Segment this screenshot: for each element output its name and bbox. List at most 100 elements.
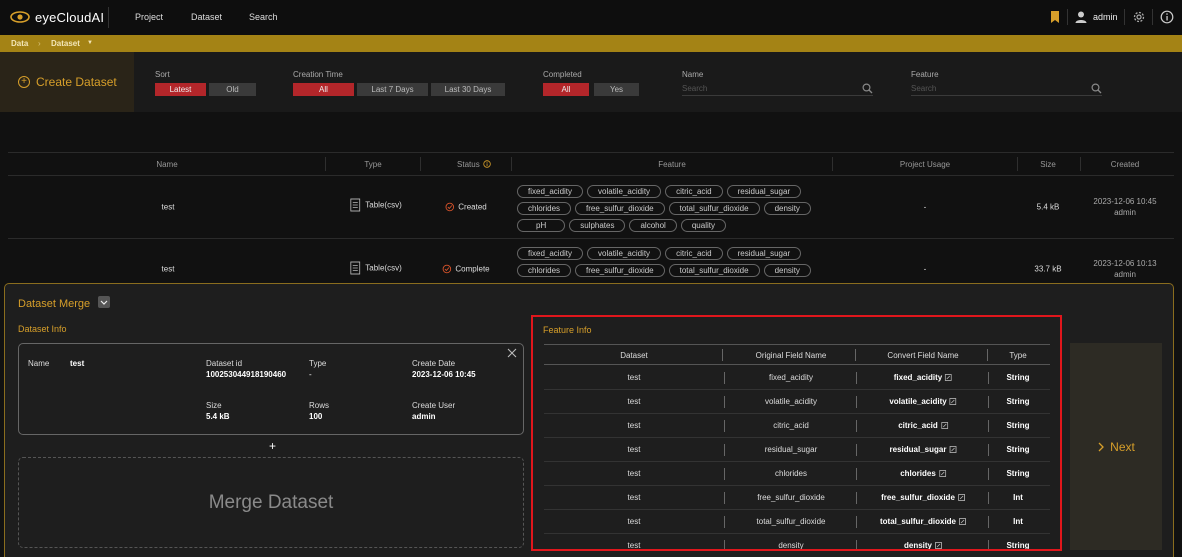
column-dataset: Dataset — [620, 351, 648, 360]
top-navbar: eyeCloudAI Project Dataset Search admin — [0, 0, 1182, 35]
column-name[interactable]: Name — [156, 160, 177, 169]
column-divider — [832, 157, 833, 171]
feature-chip: volatile_acidity — [587, 247, 662, 260]
edit-icon[interactable] — [935, 542, 942, 549]
feature-dataset-cell: test — [627, 541, 641, 550]
info-rows-value: 100 — [309, 412, 323, 421]
status-info-icon[interactable] — [483, 160, 491, 168]
feature-convert-cell[interactable]: chlorides — [900, 469, 946, 478]
feature-type-cell[interactable]: String — [1006, 469, 1029, 478]
info-icon[interactable] — [1160, 10, 1174, 24]
column-divider — [1080, 157, 1081, 171]
check-circle-icon — [445, 202, 455, 212]
table-row[interactable]: test Table(csv) Complete fixed_acidity v… — [8, 240, 1174, 284]
creation-7days-button[interactable]: Last 7 Days — [357, 83, 428, 96]
nav-project[interactable]: Project — [135, 12, 163, 22]
column-divider — [722, 349, 723, 361]
column-project-usage[interactable]: Project Usage — [900, 160, 950, 169]
edit-icon[interactable] — [949, 446, 957, 453]
sort-latest-button[interactable]: Latest — [155, 83, 206, 96]
gear-icon[interactable] — [1132, 10, 1146, 24]
breadcrumb: Data › Dataset ▼ — [0, 35, 1182, 52]
edit-icon[interactable] — [938, 470, 946, 477]
edit-icon[interactable] — [949, 398, 957, 405]
user-name[interactable]: admin — [1093, 12, 1118, 22]
feature-type-cell[interactable]: Int — [1013, 493, 1023, 502]
merge-dataset-dropzone[interactable]: Merge Dataset — [18, 457, 524, 548]
edit-icon[interactable] — [958, 494, 965, 501]
search-icon[interactable] — [862, 83, 873, 94]
feature-info-title: Feature Info — [543, 325, 592, 335]
close-icon[interactable] — [507, 348, 517, 358]
column-type[interactable]: Type — [364, 160, 381, 169]
feature-table-row: test citric_acid citric_acid String — [544, 414, 1050, 438]
info-create-user-value: admin — [412, 412, 436, 421]
feature-chip: free_sulfur_dioxide — [575, 264, 665, 277]
feature-type-cell[interactable]: String — [1006, 421, 1029, 430]
create-dataset-button[interactable]: + Create Dataset — [0, 52, 134, 112]
feature-type-cell[interactable]: String — [1006, 445, 1029, 454]
column-divider — [856, 396, 857, 408]
chevron-down-icon[interactable]: ▼ — [87, 40, 93, 46]
feature-convert-cell[interactable]: volatile_acidity — [889, 397, 957, 406]
column-field-type: Type — [1009, 351, 1027, 360]
nav-search[interactable]: Search — [249, 12, 278, 22]
name-search-input[interactable] — [682, 84, 873, 93]
column-feature[interactable]: Feature — [658, 160, 686, 169]
feature-chip: residual_sugar — [726, 247, 802, 260]
feature-type-cell[interactable]: String — [1006, 397, 1029, 406]
app-logo[interactable]: eyeCloudAI — [10, 9, 104, 25]
filter-bar: + Create Dataset Sort Latest Old Creatio… — [0, 52, 1182, 112]
completed-all-button[interactable]: All — [543, 83, 589, 96]
edit-icon[interactable] — [959, 518, 966, 525]
info-size-value: 5.4 kB — [206, 412, 230, 421]
nav-dataset[interactable]: Dataset — [191, 12, 222, 22]
feature-convert-cell[interactable]: total_sulfur_dioxide — [880, 517, 966, 526]
feature-convert-cell[interactable]: residual_sugar — [890, 445, 957, 454]
creation-30days-button[interactable]: Last 30 Days — [431, 83, 505, 96]
column-size[interactable]: Size — [1040, 160, 1056, 169]
feature-convert-cell[interactable]: fixed_acidity — [894, 373, 953, 382]
breadcrumb-root[interactable]: Data — [11, 39, 28, 48]
feature-filter-label: Feature — [911, 70, 939, 79]
row-status-label: Complete — [455, 264, 490, 274]
column-divider — [325, 157, 326, 171]
column-divider — [988, 540, 989, 549]
creation-all-button[interactable]: All — [293, 83, 354, 96]
breadcrumb-current[interactable]: Dataset — [51, 39, 80, 48]
search-icon[interactable] — [1091, 83, 1102, 94]
feature-convert-cell[interactable]: density — [904, 541, 942, 549]
feature-type-cell[interactable]: String — [1006, 373, 1029, 382]
feature-info-section: Feature Info Dataset Original Field Name… — [531, 315, 1062, 551]
feature-type-cell[interactable]: String — [1006, 541, 1029, 549]
edit-icon[interactable] — [945, 374, 953, 381]
bookmark-icon[interactable] — [1048, 10, 1062, 24]
feature-convert-cell[interactable]: free_sulfur_dioxide — [881, 493, 965, 502]
column-divider — [855, 349, 856, 361]
sort-old-button[interactable]: Old — [209, 83, 256, 96]
row-name: test — [161, 202, 175, 212]
feature-convert-value: citric_acid — [898, 421, 938, 430]
chevron-right-icon — [1098, 442, 1105, 451]
feature-search-input[interactable] — [911, 84, 1102, 93]
row-created: 2023-12-06 10:45 admin — [1093, 196, 1156, 218]
feature-original-cell: fixed_acidity — [768, 373, 814, 382]
column-divider — [724, 372, 725, 384]
add-dataset-button[interactable]: + — [269, 439, 276, 453]
column-divider — [856, 540, 857, 549]
edit-icon[interactable] — [940, 422, 948, 429]
feature-chip: citric_acid — [665, 185, 723, 198]
table-row[interactable]: test Table(csv) Created fixed_acidity vo… — [8, 177, 1174, 239]
feature-convert-cell[interactable]: citric_acid — [898, 421, 948, 430]
collapse-button[interactable] — [98, 296, 110, 308]
completed-label: Completed — [543, 70, 582, 79]
feature-dataset-cell: test — [627, 397, 641, 406]
next-button[interactable]: Next — [1070, 343, 1162, 550]
feature-chip: total_sulfur_dioxide — [668, 202, 760, 215]
info-create-date-label: Create Date — [412, 359, 456, 368]
completed-yes-button[interactable]: Yes — [594, 83, 639, 96]
column-status[interactable]: Status — [457, 160, 491, 169]
column-divider — [724, 396, 725, 408]
column-created[interactable]: Created — [1111, 160, 1139, 169]
feature-type-cell[interactable]: Int — [1013, 517, 1023, 526]
